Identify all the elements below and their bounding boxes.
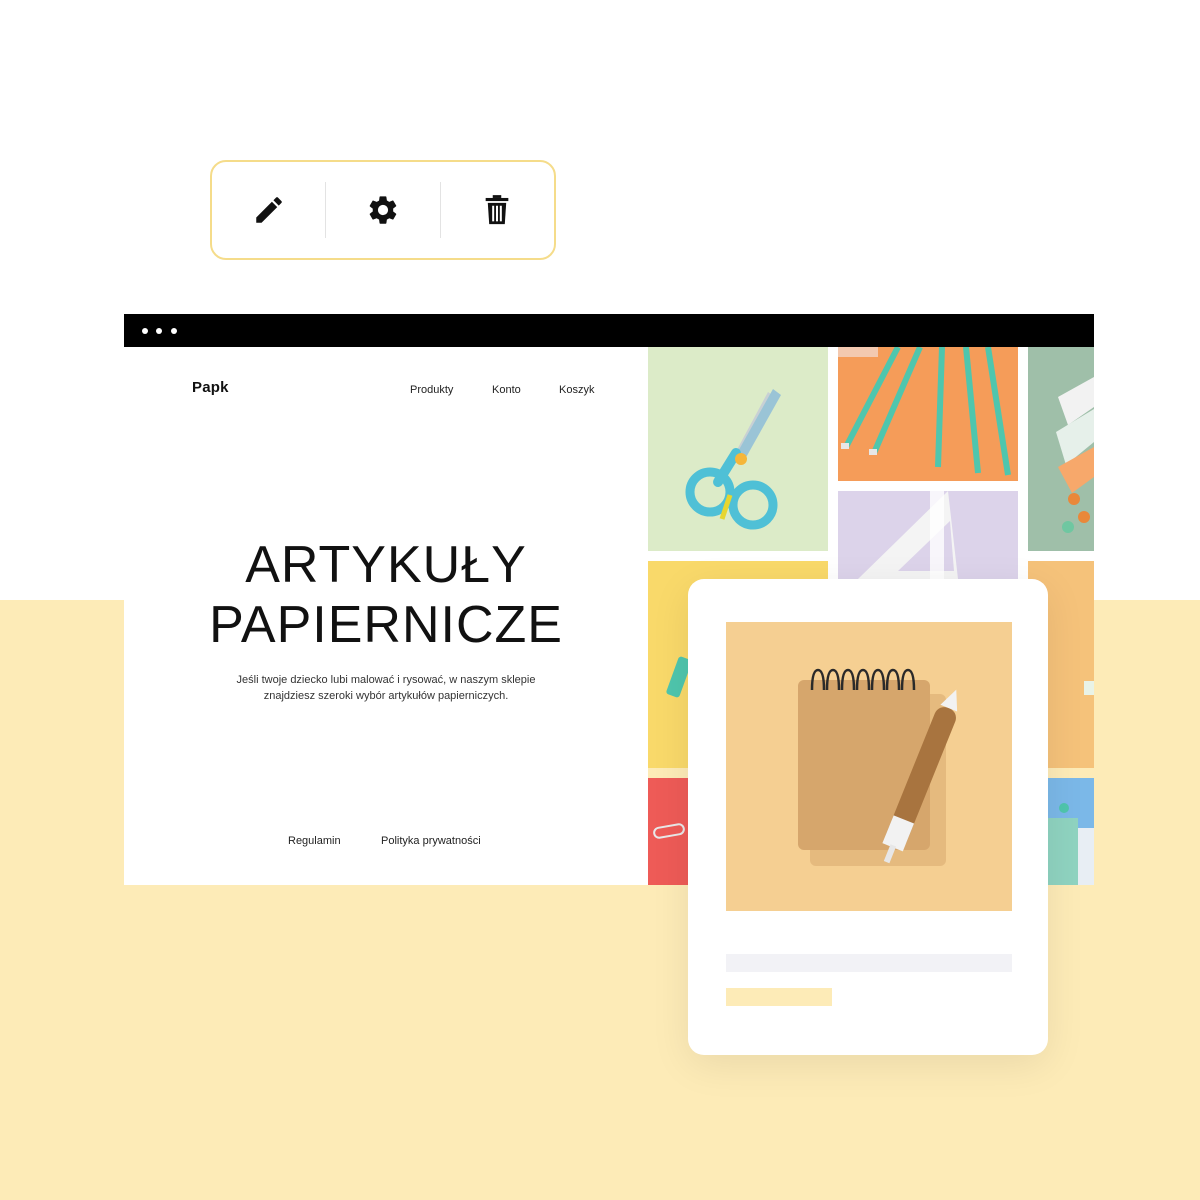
- product-price-placeholder: [726, 988, 832, 1006]
- gallery-tile-paperclip[interactable]: [648, 778, 688, 885]
- edit-button[interactable]: [212, 162, 325, 258]
- gear-icon: [369, 196, 397, 224]
- browser-title-bar: [124, 314, 1094, 347]
- stationery-image: [1056, 377, 1094, 533]
- gallery-tile-pencils[interactable]: [838, 347, 1018, 481]
- window-dot: [142, 328, 148, 334]
- trash-icon: [485, 195, 509, 225]
- hero-description: Jeśli twoje dziecko lubi malować i rysow…: [236, 674, 536, 702]
- nav-link-konto[interactable]: Konto: [492, 384, 521, 396]
- footer-link-regulamin[interactable]: Regulamin: [288, 835, 341, 847]
- product-title-placeholder: [726, 954, 1012, 972]
- gallery-tile-stationery[interactable]: [1028, 347, 1094, 551]
- website-page: Papk Produkty Konto Koszyk ARTYKUŁY PAPI…: [124, 347, 648, 885]
- product-image: [726, 622, 1012, 911]
- gallery-tile-ruler[interactable]: [838, 491, 1018, 579]
- triangle-ruler-image: [858, 491, 958, 579]
- nav-link-produkty[interactable]: Produkty: [410, 384, 453, 396]
- site-logo[interactable]: Papk: [192, 379, 229, 396]
- paperclip-icon: [653, 823, 685, 839]
- gallery-tile-blue[interactable]: [1048, 778, 1094, 885]
- gallery-tile-scissors[interactable]: [648, 347, 828, 551]
- hero-title: ARTYKUŁY PAPIERNICZE: [124, 535, 648, 655]
- hero-title-line: ARTYKUŁY: [245, 536, 527, 594]
- nav-link-koszyk[interactable]: Koszyk: [559, 384, 594, 396]
- edit-toolbar: [210, 160, 556, 260]
- hero-title-line: PAPIERNICZE: [209, 596, 563, 654]
- scissors-image: [685, 389, 781, 530]
- footer-link-privacy[interactable]: Polityka prywatności: [381, 835, 481, 847]
- pencils-image: [838, 347, 1011, 476]
- settings-button[interactable]: [326, 162, 439, 258]
- window-dot: [156, 328, 162, 334]
- notebook-and-pen-image: [726, 622, 1012, 911]
- delete-button[interactable]: [441, 162, 554, 258]
- window-dot: [171, 328, 177, 334]
- pencil-icon: [255, 197, 282, 223]
- blue-notebooks-image: [1048, 803, 1094, 885]
- product-card[interactable]: [688, 579, 1048, 1055]
